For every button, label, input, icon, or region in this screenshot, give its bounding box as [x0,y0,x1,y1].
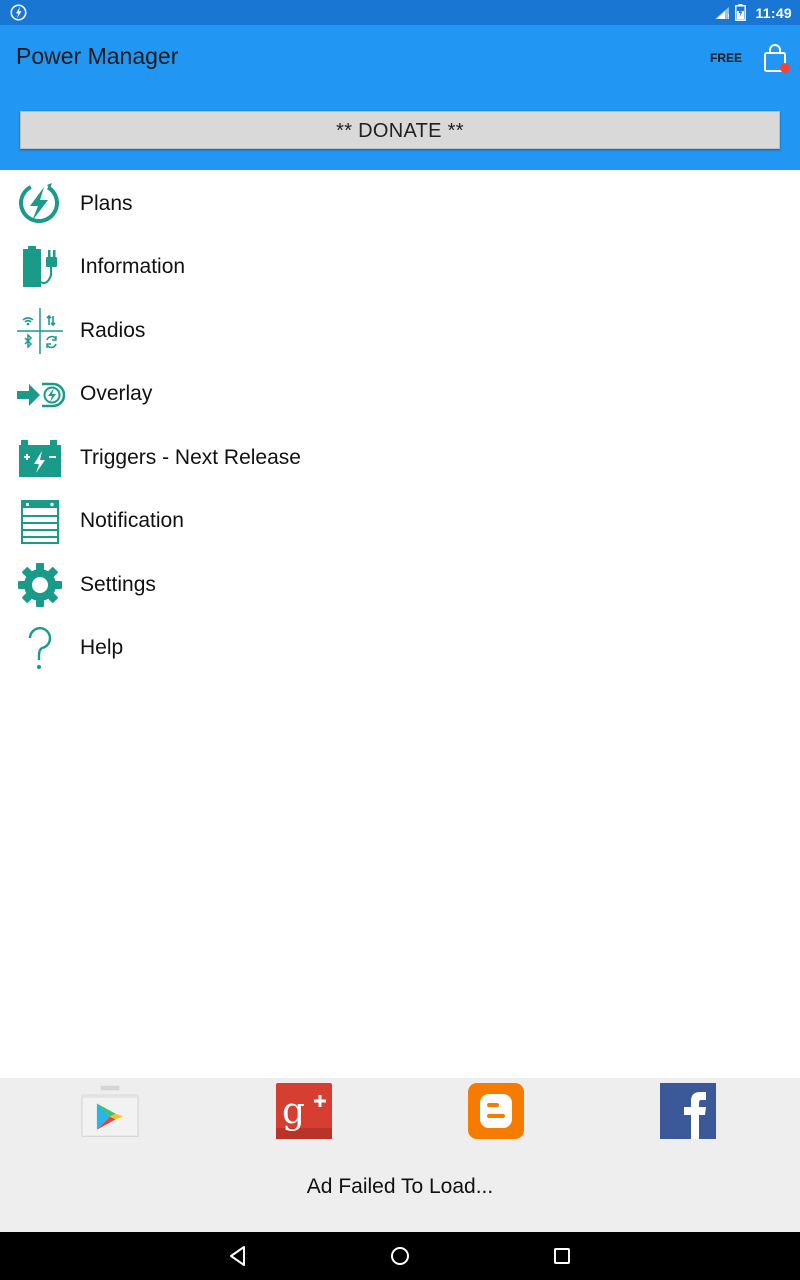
home-icon[interactable] [388,1244,412,1268]
notification-list-icon [14,497,66,547]
menu-item-label: Radios [80,318,146,342]
menu-item-label: Settings [80,572,156,596]
menu-item-overlay[interactable]: Overlay [0,363,800,427]
main-menu: Plans Information Radios Overlay Trigger… [0,172,800,680]
navigation-bar [0,1232,800,1280]
battery-charging-icon [735,4,747,21]
clock: 11:49 [755,4,792,21]
free-badge[interactable]: FREE [710,51,742,65]
svg-text:g: g [282,1091,305,1132]
menu-item-settings[interactable]: Settings [0,553,800,617]
donate-button[interactable]: ** DONATE ** [20,111,780,149]
status-icons: ! 11:49 [714,0,792,25]
menu-item-label: Overlay [80,382,153,406]
menu-item-label: Plans [80,191,133,215]
status-bar: ! 11:49 [0,0,800,25]
menu-item-plans[interactable]: Plans [0,172,800,236]
radios-grid-icon [14,306,66,356]
ad-status-text: Ad Failed To Load... [306,1175,494,1198]
overlay-arrow-icon [14,370,66,420]
menu-item-triggers[interactable]: Triggers - Next Release [0,426,800,490]
social-bar: g Ad Failed To Load... [0,1078,800,1232]
app-bar: Power Manager FREE ** DONATE ** [0,25,800,170]
lightning-circle-icon [14,179,66,229]
gear-icon [14,560,66,610]
menu-item-label: Help [80,636,124,660]
signal-icon: ! [715,6,730,20]
blogger-icon[interactable] [467,1082,525,1140]
back-icon[interactable] [226,1244,250,1268]
menu-item-label: Notification [80,509,184,533]
play-store-icon[interactable] [81,1082,139,1140]
menu-item-information[interactable]: Information [0,236,800,300]
battery-trigger-icon [14,433,66,483]
menu-item-help[interactable]: Help [0,617,800,681]
menu-item-label: Information [80,255,186,279]
app-screen: ! 11:49 Power Manager FREE ** DONATE ** [0,0,800,1280]
recents-icon[interactable] [550,1244,574,1268]
svg-text:!: ! [727,13,730,20]
menu-item-radios[interactable]: Radios [0,299,800,363]
shopping-bag-icon[interactable] [762,44,790,74]
google-plus-icon[interactable]: g [275,1082,333,1140]
question-icon [14,624,66,674]
battery-plug-icon [14,243,66,293]
facebook-icon[interactable] [659,1082,717,1140]
menu-item-label: Triggers - Next Release [80,445,301,469]
app-bolt-icon [10,4,27,21]
app-title: Power Manager [16,43,179,69]
menu-item-notification[interactable]: Notification [0,490,800,554]
